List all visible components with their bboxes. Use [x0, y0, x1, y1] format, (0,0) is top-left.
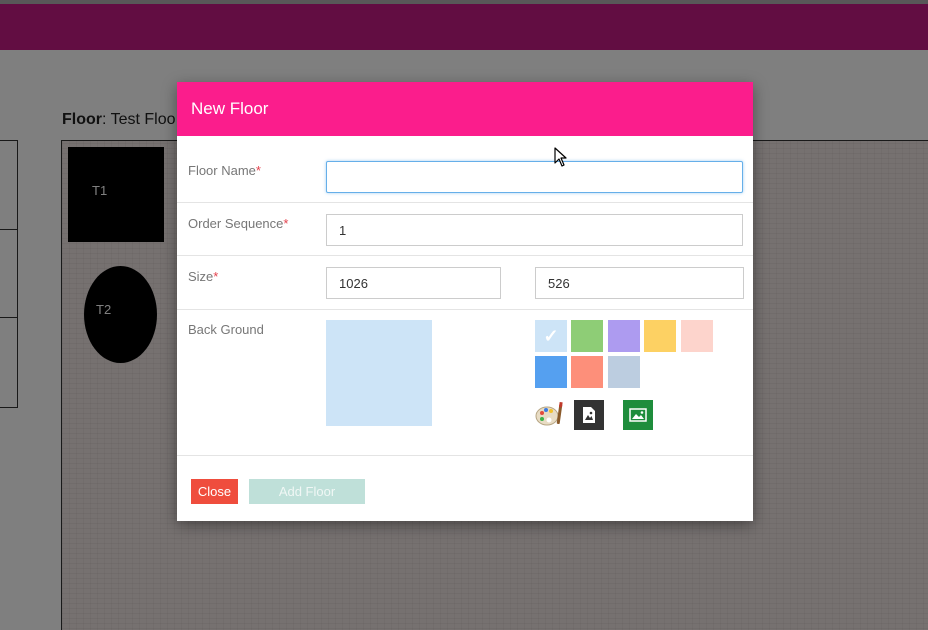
size-label: Size* [188, 269, 219, 284]
required-mark: * [213, 269, 219, 284]
swatch-gray-blue[interactable] [608, 356, 640, 388]
swatch-peach[interactable] [681, 320, 713, 352]
floor-name-row: Floor Name* [177, 136, 753, 203]
background-row: Back Ground ✓ [177, 310, 753, 455]
size-width-input[interactable] [326, 267, 501, 299]
image-upload-icon[interactable] [574, 400, 604, 430]
required-mark: * [283, 216, 289, 231]
mouse-cursor-icon [554, 147, 567, 167]
order-sequence-input[interactable] [326, 214, 743, 246]
background-preview [326, 320, 432, 426]
close-button[interactable]: Close [191, 479, 238, 504]
modal-header: New Floor [177, 82, 753, 136]
swatch-blue[interactable] [535, 356, 567, 388]
required-mark: * [255, 163, 261, 178]
floor-name-label: Floor Name* [188, 163, 261, 178]
order-sequence-row: Order Sequence* [177, 203, 753, 256]
size-row: Size* [177, 256, 753, 310]
palette-icon[interactable] [534, 400, 564, 430]
swatch-yellow[interactable] [644, 320, 676, 352]
order-sequence-label: Order Sequence* [188, 216, 289, 231]
background-label: Back Ground [188, 322, 264, 337]
image-icon[interactable] [623, 400, 653, 430]
modal-title: New Floor [191, 99, 269, 118]
swatch-purple[interactable] [608, 320, 640, 352]
swatch-green[interactable] [571, 320, 603, 352]
new-floor-modal: New Floor Floor Name* Order Sequence* Si… [177, 82, 753, 521]
swatch-light-blue[interactable]: ✓ [535, 320, 567, 352]
size-height-input[interactable] [535, 267, 744, 299]
modal-footer: Close Add Floor [177, 455, 753, 521]
add-floor-button[interactable]: Add Floor [249, 479, 365, 504]
swatch-salmon[interactable] [571, 356, 603, 388]
check-icon: ✓ [543, 325, 559, 346]
floor-name-input[interactable] [326, 161, 743, 193]
